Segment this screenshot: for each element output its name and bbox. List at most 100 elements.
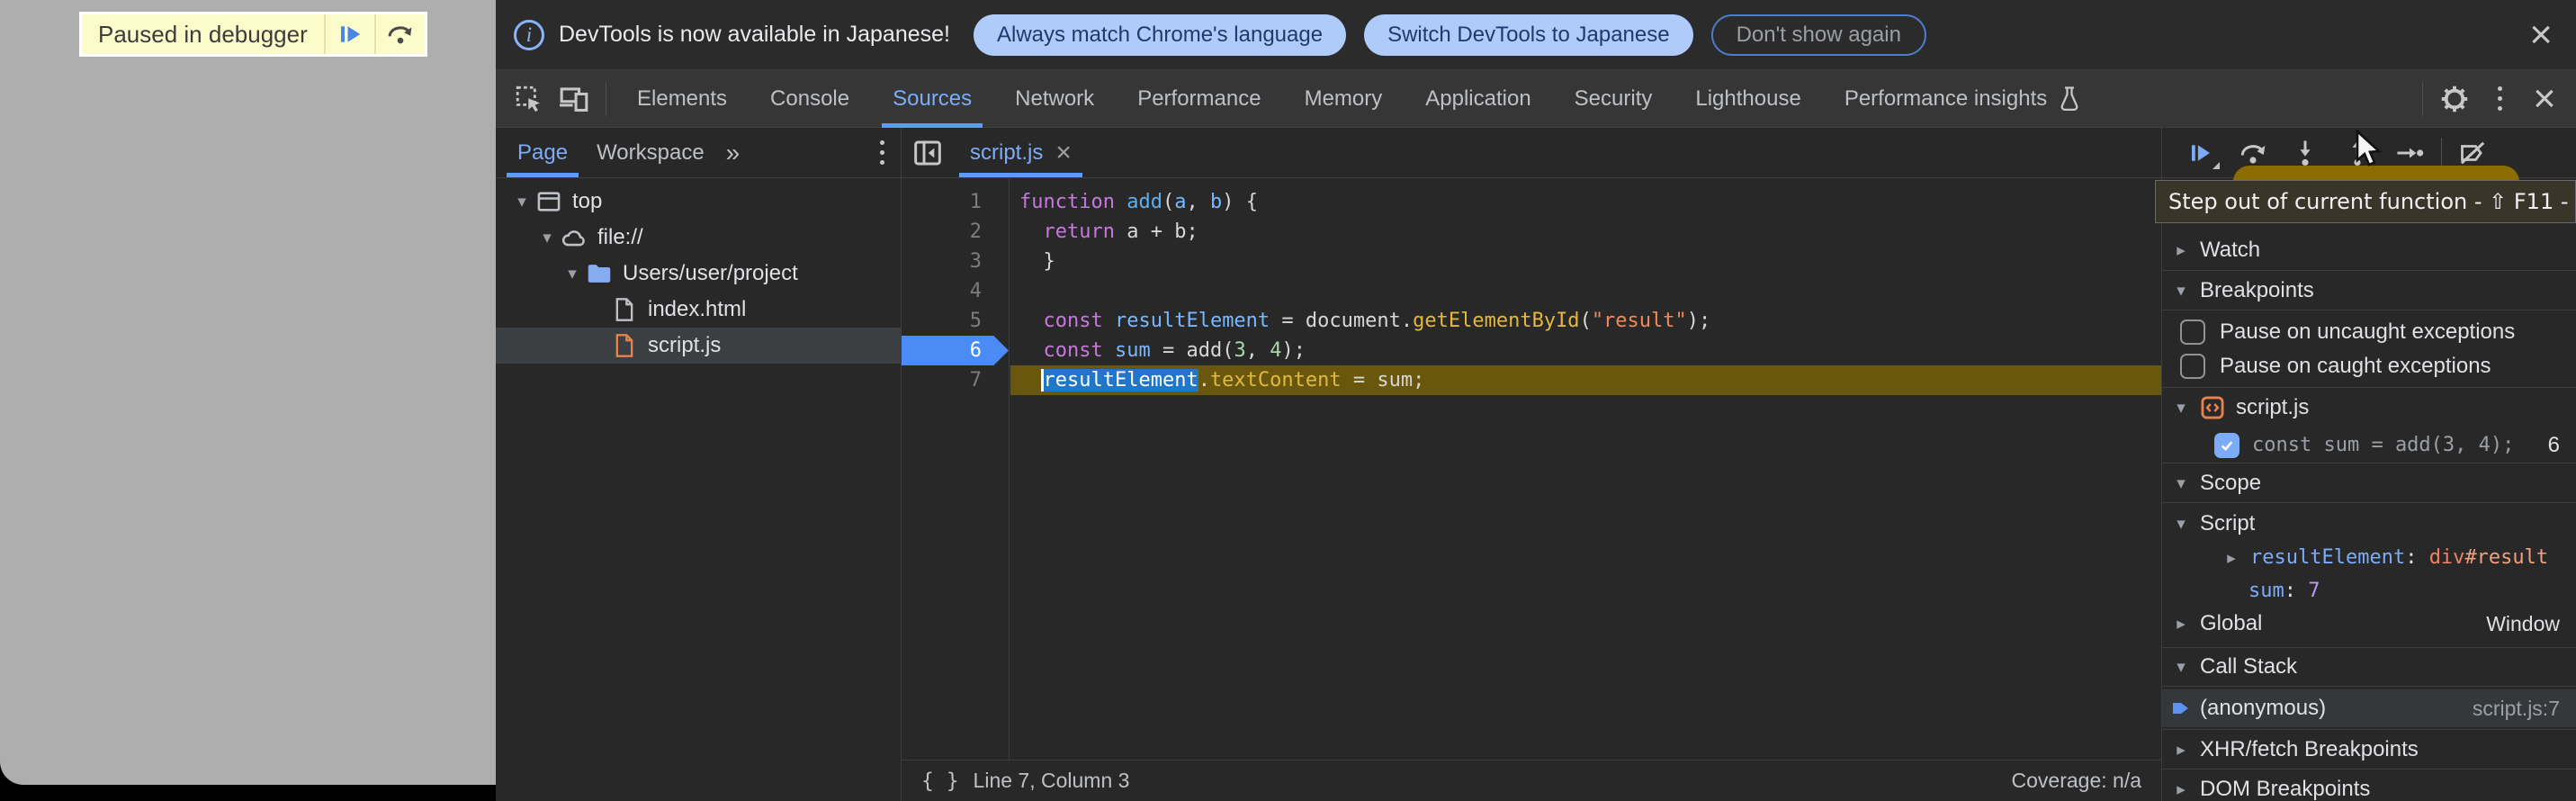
pause-caught-checkbox[interactable] [2180,354,2205,379]
toolbar-right-controls: × [2413,76,2576,122]
active-frame-arrow-icon [2162,698,2200,719]
chevron-down-icon[interactable]: ▾ [510,192,534,212]
tab-label: Application [1425,86,1530,112]
breakpoints-section-header[interactable]: ▾ Breakpoints [2162,271,2576,310]
line-number-gutter[interactable]: 1234567 [902,178,1010,760]
code-token: = document. [1270,310,1413,332]
chevron-down-icon[interactable]: ▾ [561,264,584,284]
tab-performance-insights[interactable]: Performance insights [1823,70,2103,128]
step-out-tooltip: Step out of current function - ⇧ F11 - ⌘… [2155,180,2576,223]
scope-result-element-row[interactable]: ▸ resultElement: div#result [2162,541,2576,574]
match-chrome-language-button[interactable]: Always match Chrome's language [974,14,1346,56]
tree-item-script-js[interactable]: script.js [496,328,901,364]
inspect-icon [514,84,544,114]
more-tabs-icon[interactable]: » [719,128,748,177]
scope-script-row[interactable]: ▾ Script [2162,507,2576,541]
switch-devtools-japanese-button[interactable]: Switch DevTools to Japanese [1364,14,1693,56]
close-tab-icon[interactable]: × [1055,138,1072,168]
scope-label: Scope [2200,471,2261,496]
code-token [1019,310,1044,332]
code-editor[interactable]: 1234567 function add(a, b) { return a + … [902,178,2161,760]
editor-tab-script-js[interactable]: script.js × [954,128,1088,177]
tab-security[interactable]: Security [1553,70,1674,128]
line-number[interactable]: 7 [902,365,1009,395]
watch-section-header[interactable]: ▸ Watch [2162,230,2576,271]
code-line-2: return a + b; [1010,217,2161,247]
resume-button[interactable] [2175,130,2227,176]
tab-workspace[interactable]: Workspace [582,128,719,177]
call-stack-frame[interactable]: (anonymous) script.js:7 [2162,689,2576,727]
call-stack-section-header[interactable]: ▾ Call Stack [2162,647,2576,687]
chevron-down-icon[interactable]: ▾ [535,228,559,248]
tree-item-index-html[interactable]: index.html [496,292,901,328]
tree-item-users-user-project[interactable]: ▾Users/user/project [496,256,901,292]
separator: : [2405,546,2429,569]
tab-label: Security [1575,86,1653,112]
chevron-down-icon: ▾ [2162,398,2200,418]
code-line-5: const resultElement = document.getElemen… [1010,306,2161,336]
tree-item-file-[interactable]: ▾file:// [496,220,901,256]
page-viewport [0,0,496,785]
scope-global-row[interactable]: ▸ Global Window [2162,607,2576,641]
tab-lighthouse[interactable]: Lighthouse [1674,70,1822,128]
code-line-7: resultElement.textContent = sum; [1010,365,2161,395]
tab-elements[interactable]: Elements [615,70,749,128]
toggle-device-toolbar-button[interactable] [552,76,597,122]
settings-button[interactable] [2432,76,2477,122]
scope-section-header[interactable]: ▾ Scope [2162,464,2576,503]
close-devtools-button[interactable]: × [2522,76,2567,122]
dont-show-again-button[interactable]: Don't show again [1711,14,1926,56]
navigator-more-options-button[interactable] [880,128,901,177]
mouse-cursor [2350,130,2386,169]
scope-sum-row[interactable]: sum: 7 [2162,574,2576,607]
code-token: return [1044,220,1115,243]
xhr-breakpoints-section-header[interactable]: ▸ XHR/fetch Breakpoints [2162,729,2576,769]
code-token: , [1246,339,1270,362]
pretty-print-icon[interactable]: { } [921,770,959,793]
scope-global-value: Window [2486,612,2576,636]
tab-sources[interactable]: Sources [871,70,993,128]
code-line-1: function add(a, b) { [1010,187,2161,217]
code-token: b [1210,191,1222,213]
breakpoint-line-number[interactable]: 6 [902,336,1009,365]
code-token: textContent [1210,369,1342,392]
breakpoint-file-group[interactable]: ▾ script.js [2162,388,2576,428]
resume-script-button[interactable] [324,14,374,54]
pause-uncaught-checkbox[interactable] [2180,320,2205,345]
tree-item-label: script.js [648,333,721,358]
tab-performance[interactable]: Performance [1116,70,1282,128]
breakpoint-checkbox[interactable] [2214,433,2239,458]
breakpoint-entry[interactable]: const sum = add(3, 4); 6 [2162,428,2576,464]
infobar-close-icon[interactable]: × [2529,15,2553,55]
code-line-4 [1010,276,2161,306]
tab-application[interactable]: Application [1404,70,1552,128]
devtools-toolbar: ElementsConsoleSourcesNetworkPerformance… [496,70,2576,128]
variable-name: sum [2248,580,2284,602]
code-line-3: } [1010,247,2161,276]
tab-page[interactable]: Page [503,128,582,177]
code-token: 3 [1234,339,1245,362]
scope-script-label: Script [2200,511,2255,536]
line-number[interactable]: 4 [902,276,1009,306]
more-options-button[interactable] [2477,76,2522,122]
code-token [1019,220,1044,243]
tree-item-top[interactable]: ▾top [496,184,901,220]
toggle-navigator-button[interactable] [902,128,954,177]
step-over-banner-button[interactable] [374,14,425,54]
tab-memory[interactable]: Memory [1283,70,1405,128]
editor-statusbar: { } Line 7, Column 3 Coverage: n/a [902,760,2161,801]
tab-network[interactable]: Network [993,70,1116,128]
line-number[interactable]: 2 [902,217,1009,247]
dom-breakpoints-section-header[interactable]: ▸ DOM Breakpoints [2162,769,2576,801]
infobar-message: DevTools is now available in Japanese! [559,22,950,48]
inspect-element-button[interactable] [507,76,552,122]
line-number[interactable]: 5 [902,306,1009,336]
code-lines: function add(a, b) { return a + b; } con… [1010,187,2161,395]
paused-in-debugger-banner: Paused in debugger [79,12,427,57]
code-token: const [1044,310,1103,332]
line-number[interactable]: 1 [902,187,1009,217]
tab-console[interactable]: Console [749,70,871,128]
line-number[interactable]: 3 [902,247,1009,276]
code-token: } [1019,250,1055,273]
file-tree: ▾top▾file://▾Users/user/projectindex.htm… [496,178,901,364]
